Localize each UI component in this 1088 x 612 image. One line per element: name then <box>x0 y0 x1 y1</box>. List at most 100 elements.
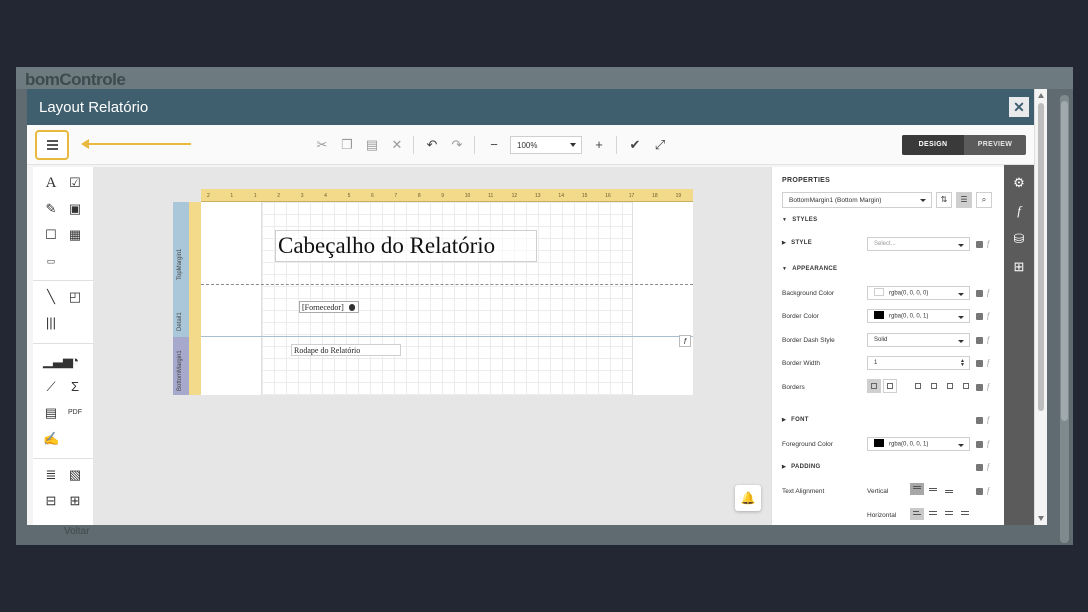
paste-icon[interactable]: ▤ <box>364 137 380 153</box>
align-center-button[interactable] <box>926 508 940 520</box>
scroll-down-icon[interactable] <box>1038 516 1044 521</box>
gauge-tool-icon[interactable]: ◔ <box>67 353 83 369</box>
border-color-input[interactable]: rgba(0, 0, 0, 1) <box>867 309 970 323</box>
border-width-actions[interactable]: f <box>976 358 998 369</box>
rich-text-tool-icon[interactable]: ✎ <box>43 201 59 217</box>
text-alignment-actions[interactable]: f <box>976 486 998 497</box>
fullscreen-icon[interactable]: ⤢ <box>652 137 668 153</box>
report-header-label[interactable]: Cabeçalho do Relatório <box>275 230 537 262</box>
align-middle-button[interactable] <box>926 483 940 495</box>
align-bottom-button[interactable] <box>942 483 956 495</box>
border-width-stepper[interactable]: 1 ▲ ▼ <box>867 356 970 370</box>
border-right-button[interactable] <box>943 379 957 393</box>
menu-button[interactable] <box>35 130 69 160</box>
styles-section[interactable]: ▼ STYLES <box>782 217 817 223</box>
zoom-in-icon[interactable]: + <box>591 137 607 153</box>
design-button[interactable]: DESIGN <box>902 135 964 155</box>
label-tool-icon[interactable]: A <box>43 175 59 191</box>
close-button[interactable]: ✕ <box>1009 97 1029 117</box>
background-color-actions[interactable]: f <box>976 288 998 299</box>
border-bottom-button[interactable] <box>959 379 973 393</box>
design-canvas: 2 1 1 2 3 4 5 6 7 8 9 10 11 12 13 14 15 16 17 18 19 TopMargi… <box>93 167 771 525</box>
padding-section-label: PADDING <box>791 464 821 470</box>
style-select[interactable]: Select... <box>867 237 970 251</box>
supplier-field[interactable]: [Fornecedor] <box>299 301 359 313</box>
notifications-button[interactable]: 🔔 <box>735 485 761 511</box>
padding-section[interactable]: ▶ PADDING <box>782 464 820 470</box>
border-color-actions[interactable]: f <box>976 311 998 322</box>
shape-tool-icon[interactable]: ◰ <box>67 289 83 305</box>
character-comb-tool-icon[interactable]: ▭ <box>43 253 59 269</box>
expressions-icon[interactable]: f <box>1011 203 1027 219</box>
border-all-button[interactable] <box>867 379 881 393</box>
checkbox-tool-icon[interactable]: ☑ <box>67 175 83 191</box>
styles-section-label: STYLES <box>792 217 818 223</box>
foreground-color-input[interactable]: rgba(0, 0, 0, 1) <box>867 437 970 451</box>
delete-icon[interactable]: ✕ <box>389 137 405 153</box>
border-left-button[interactable] <box>911 379 925 393</box>
search-button[interactable]: ⌕ <box>976 192 992 208</box>
align-top-button[interactable] <box>910 483 924 495</box>
sparkline-tool-icon[interactable]: ⟋ <box>43 379 59 395</box>
align-right-icon <box>945 511 953 512</box>
database-icon[interactable]: ⛁ <box>1011 231 1027 247</box>
padding-actions[interactable]: f <box>976 462 998 473</box>
font-section[interactable]: ▶ FONT <box>782 417 809 423</box>
expression-icon[interactable]: f <box>679 335 691 347</box>
style-group[interactable]: ▶ STYLE <box>782 240 812 246</box>
redo-icon[interactable]: ↷ <box>449 137 465 153</box>
modal-header: Layout Relatório ✕ <box>27 89 1047 125</box>
chart-tool-icon[interactable]: ▁▃▅ <box>43 353 73 369</box>
border-dash-actions[interactable]: f <box>976 335 998 346</box>
background-color-input[interactable]: rgba(0, 0, 0, 0) <box>867 286 970 300</box>
picture-tool-icon[interactable]: ▣ <box>67 201 83 217</box>
zoom-out-icon[interactable]: − <box>486 137 502 153</box>
property-menu-icon <box>976 290 983 297</box>
foreground-color-actions[interactable]: f <box>976 439 998 450</box>
borders-actions[interactable]: f <box>976 382 998 393</box>
page-info-tool-icon[interactable]: ▧ <box>67 467 83 483</box>
signature-tool-icon[interactable]: ✍ <box>43 431 59 447</box>
band-tab-detail[interactable]: Detail1 <box>173 285 189 337</box>
categorized-view-button[interactable]: ☰ <box>956 192 972 208</box>
border-dash-style-select[interactable]: Solid <box>867 333 970 347</box>
modal-scrollbar[interactable] <box>1034 89 1047 525</box>
appearance-section[interactable]: ▼ APPEARANCE <box>782 266 837 272</box>
summary-tool-icon[interactable]: Σ <box>67 379 83 395</box>
band-tab-top-margin[interactable]: TopMargin1 <box>173 202 189 285</box>
align-left-button[interactable] <box>910 508 924 520</box>
subreport-tool-icon[interactable]: ▤ <box>43 405 59 421</box>
scrollbar-thumb[interactable] <box>1038 103 1044 411</box>
copy-icon[interactable]: ❐ <box>339 137 355 153</box>
cross-band-tool-icon[interactable]: ⊞ <box>67 493 83 509</box>
cut-icon[interactable]: ✂ <box>314 137 330 153</box>
table-tool-icon[interactable]: ▦ <box>67 227 83 243</box>
line-tool-icon[interactable]: ╲ <box>43 289 59 305</box>
page-break-tool-icon[interactable]: ⊟ <box>43 493 59 509</box>
ruler-tick-label: 10 <box>464 193 471 199</box>
border-none-button[interactable] <box>883 379 897 393</box>
pdf-content-tool-icon[interactable]: PDF <box>67 405 83 421</box>
scroll-up-icon[interactable] <box>1038 93 1044 98</box>
align-right-button[interactable] <box>942 508 956 520</box>
font-section-label: FONT <box>791 417 809 423</box>
barcode-tool-icon[interactable]: ||| <box>43 315 59 331</box>
zoom-select[interactable]: 100% <box>510 136 582 154</box>
gear-icon[interactable]: ⚙ <box>1011 175 1027 191</box>
border-top-button[interactable] <box>927 379 941 393</box>
font-actions[interactable]: f <box>976 415 998 426</box>
arrow-annotation <box>81 139 191 149</box>
sort-alphabetical-button[interactable]: ⇅ <box>936 192 952 208</box>
validate-icon[interactable]: ✔ <box>627 137 643 153</box>
table-of-contents-tool-icon[interactable]: ≣ <box>43 467 59 483</box>
property-menu-icon <box>976 417 983 424</box>
report-footer-label[interactable]: Rodape do Relatório <box>291 344 401 356</box>
align-justify-button[interactable] <box>958 508 972 520</box>
panel-tool-icon[interactable]: ☐ <box>43 227 59 243</box>
undo-icon[interactable]: ↶ <box>424 137 440 153</box>
band-tab-bottom-margin[interactable]: BottomMargin1 <box>173 337 189 395</box>
preview-button[interactable]: PREVIEW <box>964 135 1026 155</box>
report-explorer-icon[interactable]: ⊞ <box>1011 259 1027 275</box>
style-actions[interactable]: f <box>976 239 998 250</box>
component-select[interactable]: BottomMargin1 (Bottom Margin) <box>782 192 932 208</box>
